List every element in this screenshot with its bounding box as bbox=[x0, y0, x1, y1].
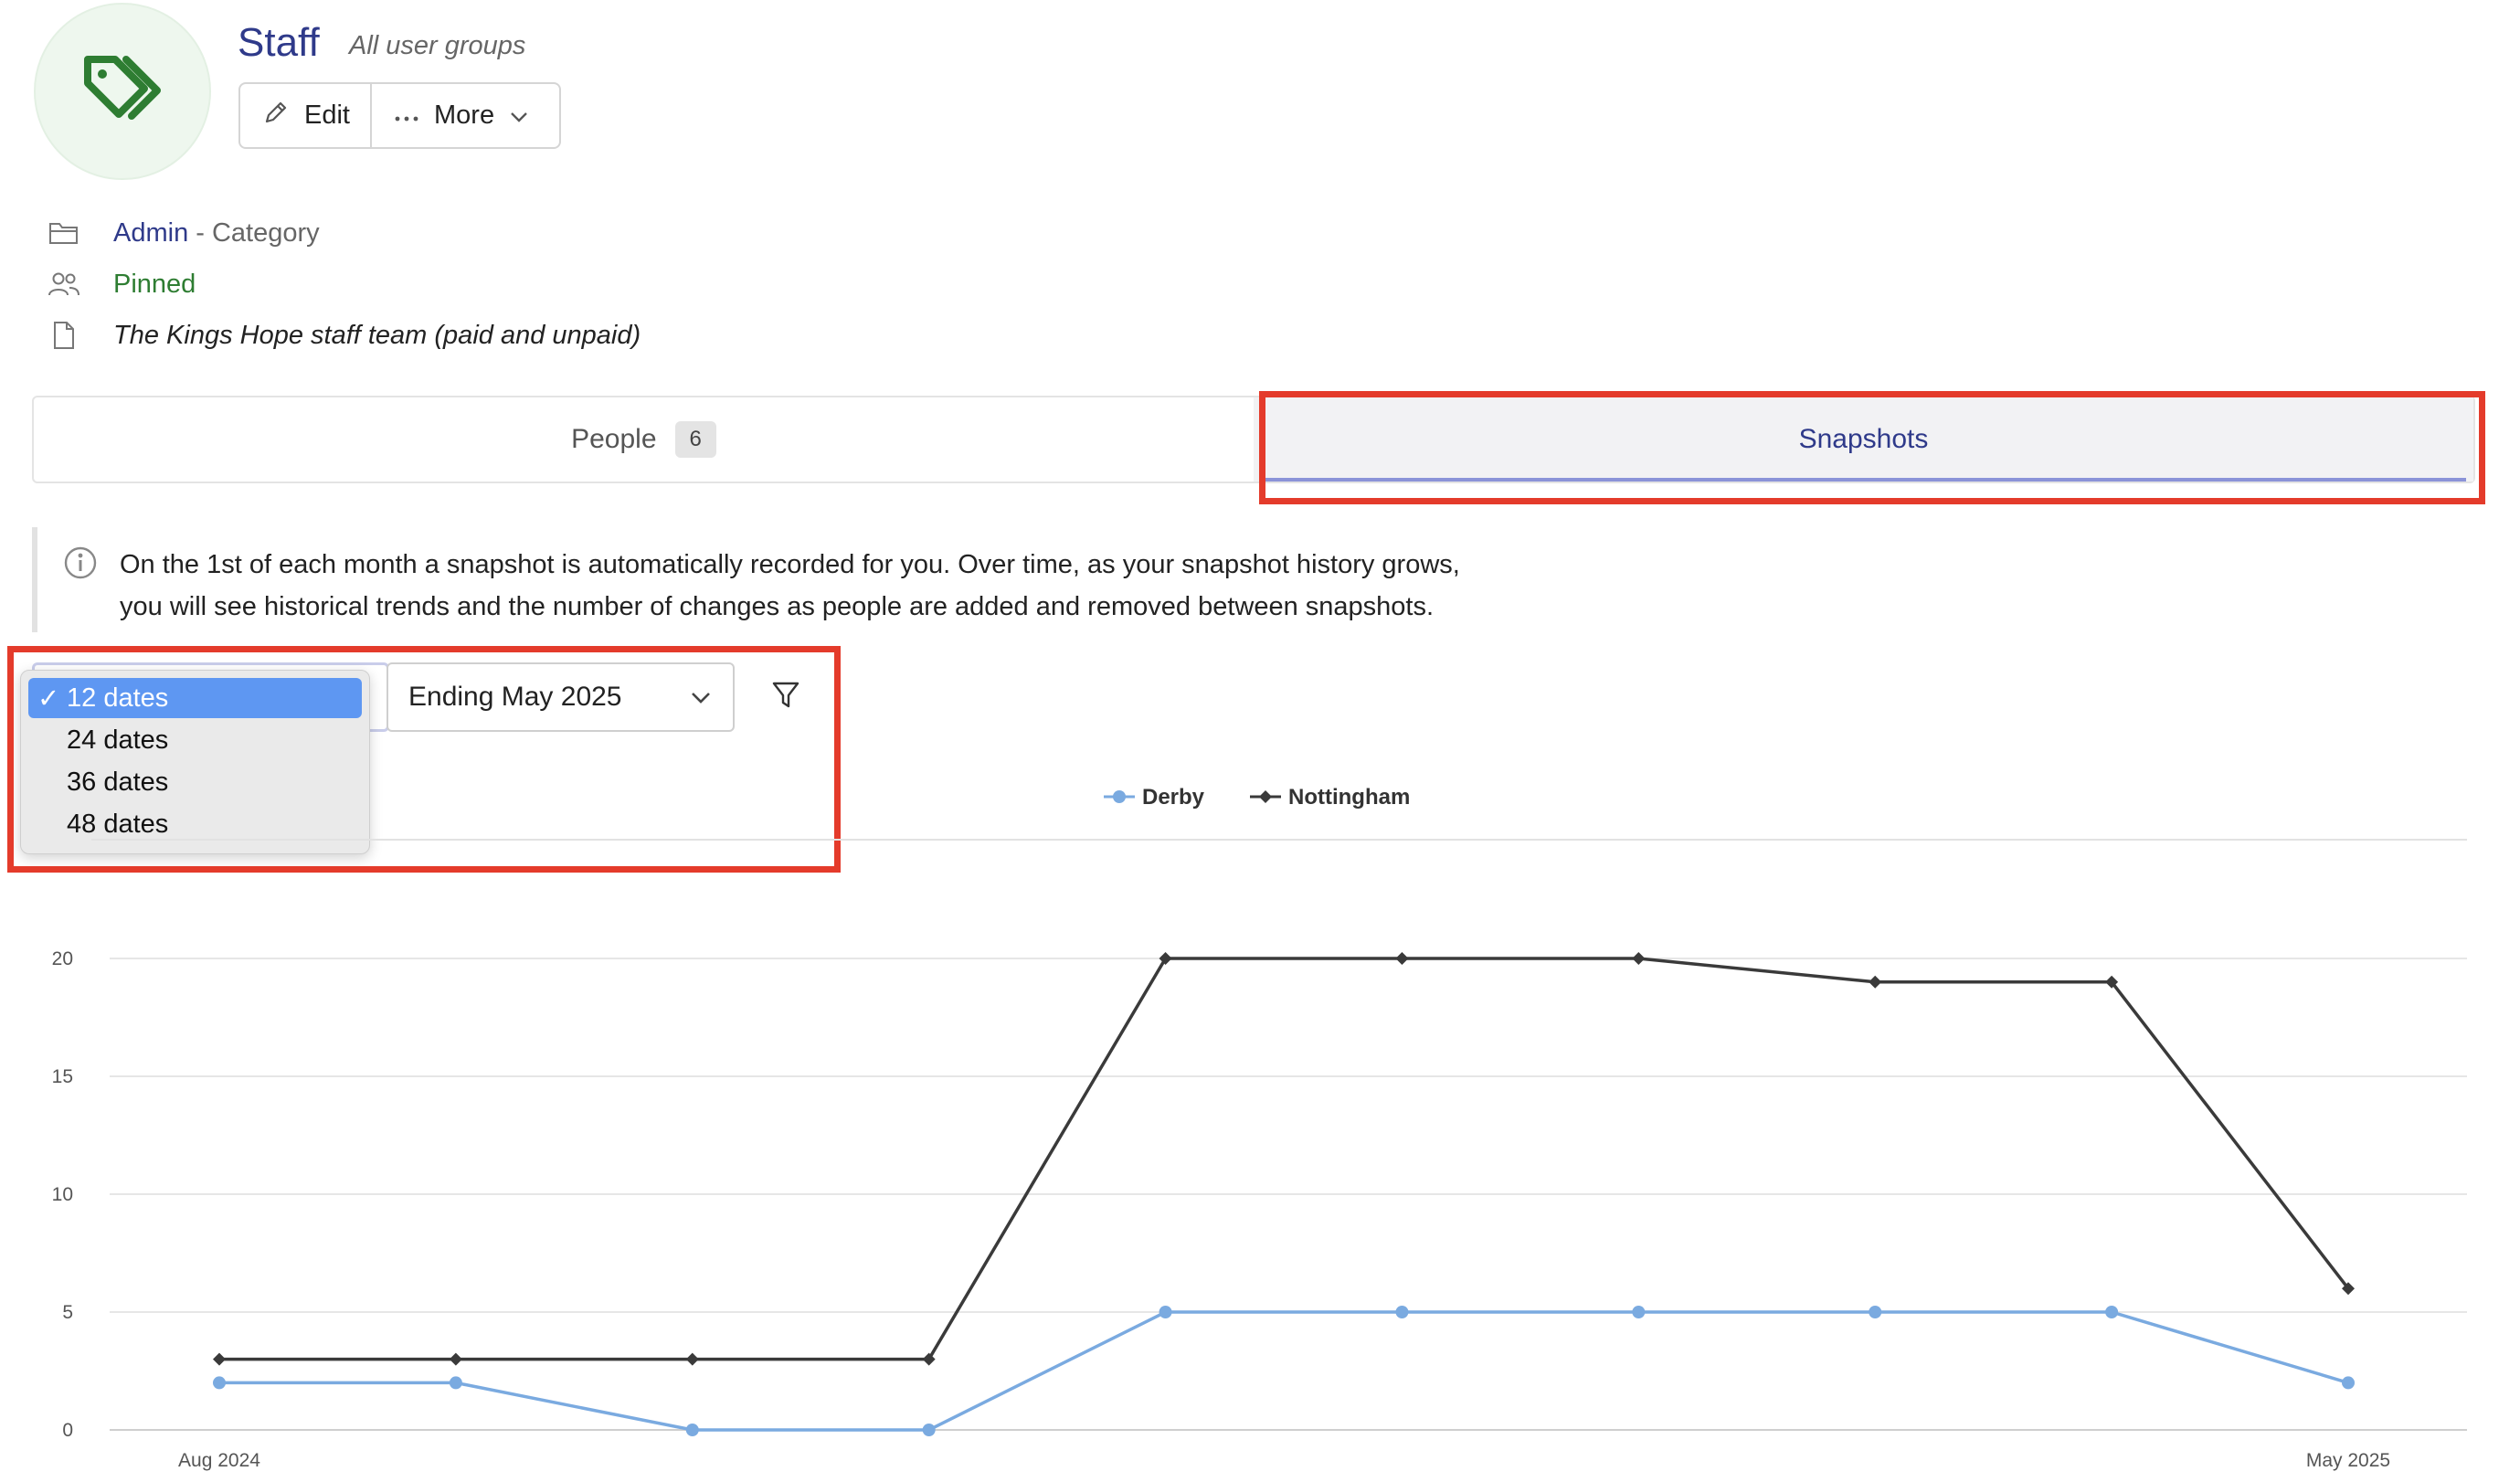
description-row: The Kings Hope staff team (paid and unpa… bbox=[46, 317, 641, 354]
filter-icon bbox=[771, 680, 800, 715]
legend-marker-derby bbox=[1113, 790, 1126, 803]
data-point-derby bbox=[922, 1424, 936, 1436]
legend-label-nottingham: Nottingham bbox=[1288, 785, 1410, 810]
legend-label-derby: Derby bbox=[1142, 785, 1205, 810]
document-icon bbox=[46, 317, 82, 354]
tab-snapshots-label: Snapshots bbox=[1798, 424, 1929, 454]
data-point-derby bbox=[2342, 1376, 2355, 1390]
dropdown-option-label: 12 dates bbox=[67, 683, 169, 713]
info-note: On the 1st of each month a snapshot is a… bbox=[32, 527, 1591, 632]
chevron-down-icon bbox=[689, 682, 713, 713]
ellipsis-icon bbox=[394, 101, 419, 131]
category-suffix: - Category bbox=[188, 217, 320, 248]
page-title: Staff bbox=[238, 20, 320, 65]
page-subtitle: All user groups bbox=[349, 31, 526, 60]
users-icon bbox=[46, 266, 82, 302]
data-point-derby bbox=[1632, 1306, 1646, 1318]
category-link[interactable]: Admin bbox=[113, 218, 188, 248]
info-note-line-2: you will see historical trends and the n… bbox=[120, 592, 1435, 621]
category-row: Admin - Category bbox=[46, 215, 320, 251]
y-tick-label: 0 bbox=[62, 1420, 73, 1441]
edit-button[interactable]: Edit bbox=[240, 84, 372, 147]
ending-select-value: Ending May 2025 bbox=[408, 682, 622, 712]
more-button[interactable]: More bbox=[372, 84, 551, 147]
info-icon bbox=[63, 545, 98, 585]
group-avatar bbox=[34, 3, 211, 180]
chevron-down-icon bbox=[509, 101, 529, 131]
data-point-derby bbox=[2105, 1306, 2119, 1318]
data-point-derby bbox=[1395, 1306, 1409, 1318]
data-point-derby bbox=[449, 1376, 462, 1390]
data-point-nottingham bbox=[449, 1352, 462, 1366]
data-point-nottingham bbox=[1632, 952, 1646, 965]
ending-select[interactable]: Ending May 2025 bbox=[386, 662, 735, 732]
y-tick-label: 20 bbox=[52, 948, 73, 969]
folder-icon bbox=[46, 215, 82, 251]
dropdown-option[interactable]: ✓ 12 dates bbox=[28, 678, 362, 718]
y-tick-label: 15 bbox=[52, 1066, 73, 1087]
snapshot-line-chart: 0 5 10 15 20 Aug 2024 May 2025 Derby Nottingham bbox=[52, 785, 2467, 1471]
pinned-status: Pinned bbox=[113, 269, 196, 299]
x-tick-label: May 2025 bbox=[2306, 1450, 2390, 1471]
data-point-nottingham bbox=[685, 1352, 699, 1366]
data-point-derby bbox=[1159, 1306, 1172, 1318]
pencil-icon bbox=[262, 99, 290, 133]
tab-snapshots[interactable]: Snapshots bbox=[1254, 397, 2473, 482]
series-line-derby bbox=[219, 1310, 2349, 1432]
series-line-nottingham bbox=[219, 957, 2350, 1361]
group-description: The Kings Hope staff team (paid and unpa… bbox=[113, 320, 641, 350]
legend-marker-nottingham bbox=[1259, 790, 1272, 803]
data-point-nottingham bbox=[1869, 975, 1882, 989]
data-point-nottingham bbox=[1395, 952, 1409, 965]
edit-button-label: Edit bbox=[304, 101, 350, 130]
tab-bar: People 6 Snapshots bbox=[32, 396, 2475, 483]
more-button-label: More bbox=[434, 101, 495, 130]
y-tick-label: 10 bbox=[52, 1184, 73, 1205]
data-point-derby bbox=[213, 1376, 226, 1390]
filter-button[interactable] bbox=[766, 676, 806, 718]
x-tick-label: Aug 2024 bbox=[178, 1450, 260, 1471]
info-note-line-1: On the 1st of each month a snapshot is a… bbox=[120, 550, 1460, 579]
data-point-derby bbox=[1869, 1306, 1882, 1318]
action-button-group: Edit More bbox=[238, 82, 561, 149]
people-count-badge: 6 bbox=[674, 421, 716, 458]
tab-people-label: People bbox=[571, 424, 657, 454]
tag-icon bbox=[79, 50, 166, 133]
data-point-nottingham bbox=[213, 1352, 226, 1366]
data-point-derby bbox=[685, 1424, 699, 1436]
y-tick-label: 5 bbox=[62, 1302, 73, 1323]
dropdown-option-label: 24 dates bbox=[67, 725, 169, 755]
pinned-row: Pinned bbox=[46, 266, 196, 302]
dropdown-option[interactable]: 24 dates bbox=[28, 720, 362, 760]
tab-people[interactable]: People 6 bbox=[34, 397, 1254, 482]
check-icon: ✓ bbox=[37, 683, 60, 714]
